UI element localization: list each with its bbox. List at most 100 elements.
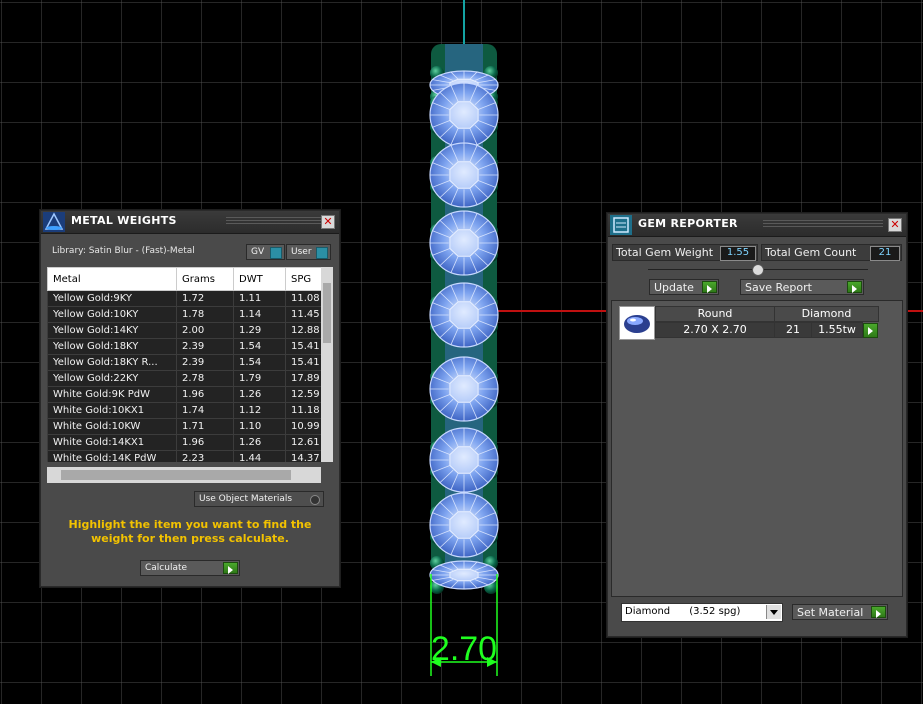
- gem-thumbnail: [619, 306, 655, 340]
- table-cell: 1.54: [233, 354, 286, 371]
- gem-stone: [429, 82, 499, 148]
- table-cell: White Gold:9K PdW: [47, 386, 177, 403]
- calculate-go-icon: [223, 562, 238, 574]
- dimension-label: 2.70: [431, 630, 497, 668]
- gem-list-row[interactable]: Round Diamond 2.70 X 2.70 21 1.55tw: [619, 306, 879, 340]
- metal-weights-close-icon[interactable]: ✕: [321, 215, 335, 229]
- table-row[interactable]: Yellow Gold:22KY 2.78 1.79 17.89: [47, 370, 327, 387]
- column-header-dwt[interactable]: DWT: [233, 267, 286, 291]
- table-cell: 1.29: [233, 322, 286, 339]
- round-gem-icon: [624, 315, 650, 333]
- metal-weights-panel: METAL WEIGHTS ✕ Library: Satin Blur - (F…: [40, 210, 340, 587]
- gem-stone: [429, 560, 499, 590]
- metal-table: Metal Grams DWT SPG Yellow Gold:9KY 1.72 1.11…: [47, 267, 327, 462]
- table-row[interactable]: Yellow Gold:14KY 2.00 1.29 12.88: [47, 322, 327, 339]
- table-cell: 1.96: [176, 386, 234, 403]
- save-report-button[interactable]: Save Report: [740, 279, 864, 295]
- table-cell: Yellow Gold:9KY: [47, 290, 177, 307]
- table-row[interactable]: Yellow Gold:10KY 1.78 1.14 11.45: [47, 306, 327, 323]
- calculate-hint: Highlight the item you want to find the …: [68, 518, 312, 545]
- table-cell: 1.54: [233, 338, 286, 355]
- use-object-materials-toggle[interactable]: Use Object Materials: [194, 491, 324, 507]
- column-header-grams[interactable]: Grams: [176, 267, 234, 291]
- table-cell: 2.39: [176, 354, 234, 371]
- metal-weights-title: METAL WEIGHTS: [71, 214, 177, 227]
- table-cell: 2.78: [176, 370, 234, 387]
- calculate-button[interactable]: Calculate: [140, 560, 240, 576]
- user-toggle-indicator: [316, 247, 328, 259]
- table-cell: 1.10: [233, 418, 286, 435]
- table-row[interactable]: White Gold:14K PdW 2.23 1.44 14.37: [47, 450, 327, 462]
- total-gem-weight-value: 1.55: [720, 246, 756, 261]
- gem-list-area: Round Diamond 2.70 X 2.70 21 1.55tw: [611, 300, 903, 597]
- table-row[interactable]: Yellow Gold:18KY R... 2.39 1.54 15.41: [47, 354, 327, 371]
- gem-stone: [429, 210, 499, 276]
- total-gem-count-box: Total Gem Count 21: [761, 244, 902, 261]
- metal-table-container: Metal Grams DWT SPG Yellow Gold:9KY 1.72 1.11…: [47, 267, 327, 462]
- set-material-button[interactable]: Set Material: [792, 604, 888, 620]
- gem-reporter-panel: GEM REPORTER ✕ Total Gem Weight 1.55 Tot…: [607, 213, 907, 637]
- gem-stone: [429, 356, 499, 422]
- metal-weights-icon: [43, 212, 65, 232]
- gem-stone: [429, 427, 499, 493]
- table-cell: Yellow Gold:22KY: [47, 370, 177, 387]
- table-cell: 1.71: [176, 418, 234, 435]
- table-row[interactable]: White Gold:14KX1 1.96 1.26 12.61: [47, 434, 327, 451]
- hscroll-thumb[interactable]: [61, 470, 291, 480]
- set-material-go-icon: [871, 606, 886, 618]
- table-cell: Yellow Gold:18KY: [47, 338, 177, 355]
- table-cell: 1.72: [176, 290, 234, 307]
- gem-row-go-icon[interactable]: [863, 323, 878, 338]
- titlebar-grip: [763, 220, 883, 229]
- gem-reporter-titlebar[interactable]: GEM REPORTER ✕: [608, 214, 906, 237]
- gem-stone: [429, 142, 499, 208]
- update-go-icon: [702, 281, 717, 293]
- table-cell: Yellow Gold:14KY: [47, 322, 177, 339]
- gem-reporter-close-icon[interactable]: ✕: [888, 218, 902, 232]
- table-cell: White Gold:14KX1: [47, 434, 177, 451]
- table-cell: White Gold:10KW: [47, 418, 177, 435]
- save-report-go-icon: [847, 281, 862, 293]
- chevron-down-icon[interactable]: [766, 605, 781, 619]
- gem-stone: [429, 282, 499, 348]
- gem-size: 2.70 X 2.70: [655, 322, 775, 338]
- table-cell: 1.74: [176, 402, 234, 419]
- update-button[interactable]: Update: [649, 279, 719, 295]
- table-cell: White Gold:10KX1: [47, 402, 177, 419]
- library-label: Library: Satin Blur - (Fast)-Metal: [52, 246, 195, 256]
- table-cell: 2.23: [176, 450, 234, 462]
- vscroll-thumb[interactable]: [323, 283, 331, 343]
- gem-reporter-title: GEM REPORTER: [638, 217, 738, 230]
- table-cell: 1.11: [233, 290, 286, 307]
- table-row[interactable]: White Gold:10KX1 1.74 1.12 11.18: [47, 402, 327, 419]
- gem-material: Diamond: [774, 306, 879, 322]
- table-cell: 1.26: [233, 386, 286, 403]
- total-gem-count-value: 21: [870, 246, 900, 261]
- metal-weights-titlebar[interactable]: METAL WEIGHTS ✕: [41, 211, 339, 234]
- gem-total-weight: 1.55tw: [811, 322, 863, 338]
- user-toggle[interactable]: User: [286, 244, 331, 260]
- metal-table-header: Metal Grams DWT SPG: [47, 267, 327, 291]
- table-cell: 1.26: [233, 434, 286, 451]
- table-row[interactable]: White Gold:9K PdW 1.96 1.26 12.59: [47, 386, 327, 403]
- radio-indicator: [310, 495, 320, 505]
- metal-table-vscroll[interactable]: [321, 267, 333, 462]
- table-cell: 1.78: [176, 306, 234, 323]
- table-cell: White Gold:14K PdW: [47, 450, 177, 462]
- table-cell: 1.96: [176, 434, 234, 451]
- metal-table-hscroll[interactable]: [47, 467, 321, 483]
- table-row[interactable]: White Gold:10KW 1.71 1.10 10.99: [47, 418, 327, 435]
- material-select[interactable]: Diamond (3.52 spg): [621, 603, 783, 622]
- gem-count: 21: [774, 322, 812, 338]
- table-cell: 2.00: [176, 322, 234, 339]
- gv-toggle-indicator: [270, 247, 282, 259]
- gem-stone: [429, 492, 499, 558]
- gv-toggle[interactable]: GV: [246, 244, 285, 260]
- table-row[interactable]: Yellow Gold:18KY 2.39 1.54 15.41: [47, 338, 327, 355]
- gem-shape: Round: [655, 306, 775, 322]
- titlebar-grip: [226, 217, 321, 226]
- splitter-handle-icon[interactable]: [752, 264, 764, 276]
- table-cell: 1.79: [233, 370, 286, 387]
- column-header-metal[interactable]: Metal: [47, 267, 177, 291]
- table-row[interactable]: Yellow Gold:9KY 1.72 1.11 11.08: [47, 290, 327, 307]
